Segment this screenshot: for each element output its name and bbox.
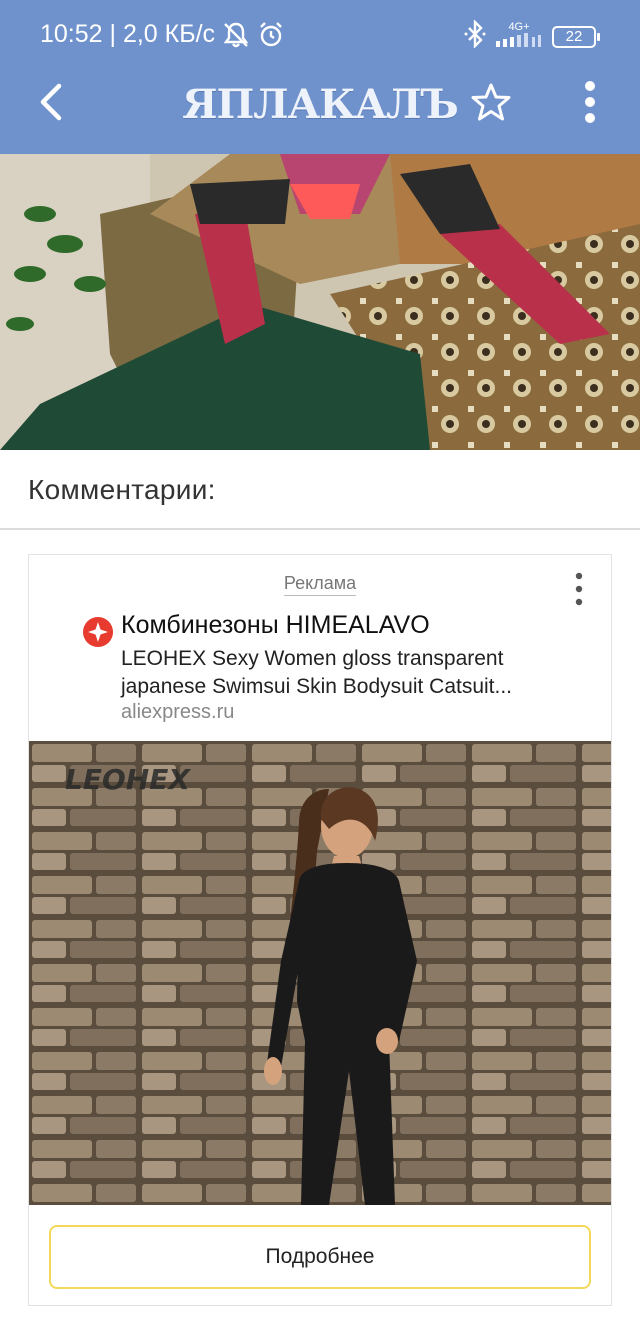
ad-label: Реклама: [29, 573, 611, 596]
more-options-button[interactable]: [568, 78, 612, 130]
section-divider: [0, 528, 640, 530]
favorite-button[interactable]: [466, 78, 516, 130]
more-vertical-icon: [567, 572, 591, 611]
bluetooth-icon: [464, 19, 486, 53]
signal-strength-icon: [496, 32, 542, 52]
comments-heading: Комментарии:: [28, 474, 216, 505]
ad-photo-graphic: LEOHEX: [29, 741, 611, 1205]
ad-image-brand: LEOHEX: [65, 763, 191, 796]
site-logo[interactable]: ЯПЛАКАЛЪ: [182, 78, 459, 130]
star-icon: [470, 82, 512, 127]
battery-indicator: 22: [552, 25, 600, 48]
status-right: 4G+ 22: [464, 19, 600, 53]
ad-title[interactable]: Комбинезоны HIMEALAVO: [121, 611, 430, 640]
signal-group: 4G+: [496, 20, 542, 52]
back-button[interactable]: [28, 78, 72, 130]
more-details-button[interactable]: Подробнее: [49, 1225, 591, 1289]
ad-domain[interactable]: aliexpress.ru: [121, 701, 234, 724]
more-vertical-icon: [584, 80, 596, 129]
aliexpress-icon: [83, 617, 113, 647]
network-type-label: 4G+: [508, 20, 530, 33]
post-photo-graphic: [0, 154, 640, 450]
ad-description[interactable]: LEOHEX Sexy Women gloss transparent japa…: [121, 645, 591, 701]
ad-photo[interactable]: LEOHEX: [29, 741, 611, 1205]
status-left: 10:52 | 2,0 КБ/с: [40, 20, 285, 49]
ad-card[interactable]: Реклама Комбинезоны HIMEALAVO LEOHEX Sex…: [28, 554, 612, 1306]
status-bar: 10:52 | 2,0 КБ/с 4G+ 22: [0, 0, 640, 70]
ad-options-button[interactable]: [567, 571, 591, 607]
ad-label-text: Реклама: [283, 573, 357, 596]
back-arrow-icon: [37, 82, 63, 127]
status-time-speed: 10:52 | 2,0 КБ/с: [40, 20, 216, 48]
app-bar: 10:52 | 2,0 КБ/с 4G+ 22 ЯПЛАКАЛЪ: [0, 0, 640, 154]
post-photo[interactable]: [0, 154, 640, 450]
alarm-icon: [257, 21, 285, 49]
notifications-muted-icon: [221, 21, 251, 49]
